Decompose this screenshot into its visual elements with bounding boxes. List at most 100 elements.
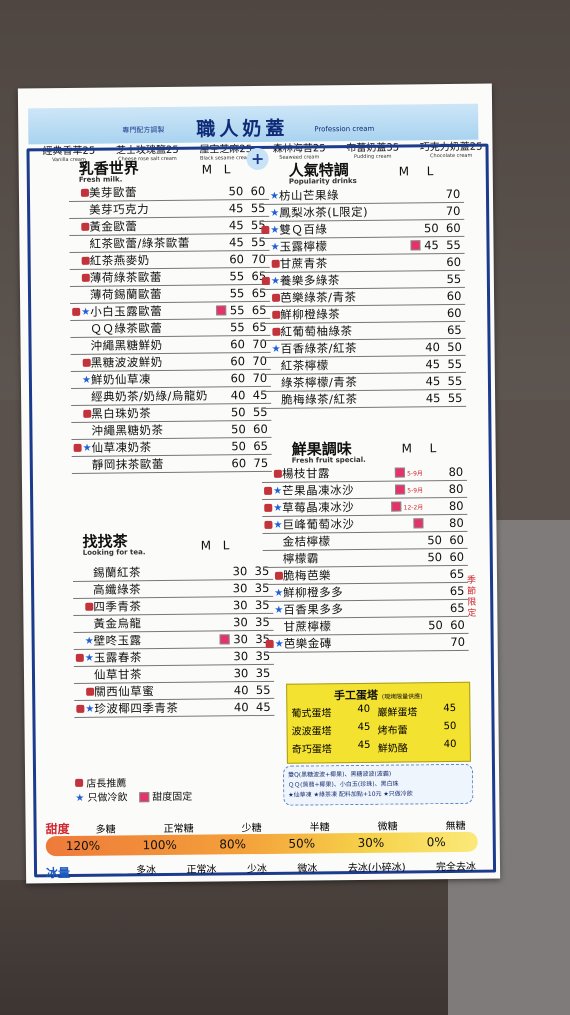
price-m: 55 [229,303,245,318]
price-m: 40 [233,700,249,715]
price-m: 30 [233,666,249,681]
price-l: 80 [449,515,464,531]
item-name: 百香果多多 [283,602,344,617]
star-icon: ★ [273,485,283,497]
price-m: 55 [229,269,245,284]
sweetness-value: 120% [65,838,101,854]
price-m: 55 [229,320,245,335]
thumbs-up-icon [274,571,284,580]
tart-name: 葡式蛋塔 [291,708,332,720]
fruit-list: 楊枝甘露 5-9月 80 ★ 芒果晶凍冰沙 5-9月 80 ★ 草莓晶凍冰沙 12-2月 80 ★ 巨峰… [261,463,469,653]
menu-row: 脆梅綠茶/紅茶 45 55 [261,389,467,409]
row-markers [70,273,90,282]
price-l: 65 [449,600,465,616]
menu-row: 仙草甘茶 30 35 [73,664,275,684]
item-name: 珍波椰四季青茶 [94,700,179,716]
menu-row: ★ 枋山芒果綠 70 [258,185,465,205]
price-m: 60 [230,354,246,369]
price-m: 50 [428,618,443,633]
item-name: 檸檬霸 [282,551,319,566]
menu-row: ★ 養樂多綠茶 55 [259,270,465,290]
price-l: 80 [448,464,464,480]
thumbs-up-icon [83,409,92,418]
star-icon: ★ [82,442,92,454]
item-name: 雙Ｑ百綠 [279,222,328,237]
menu-card: 專門配方調製 職人奶蓋 Profession cream 經典香草25 Vanil… [17,83,501,884]
menu-row: 錫蘭紅茶 30 35 [72,562,274,582]
ice-options: 多冰 正常冰 少冰 微冰 去冰(小碎冰) 完全去冰 [136,858,476,877]
price-m: 45 [228,218,244,233]
price-l: 65 [449,583,465,599]
price-m: 30 [232,564,248,579]
ice-option: 多冰 [135,865,157,877]
ice-label: 冰量 [45,866,71,881]
row-markers [69,188,89,197]
tart-name: 鮮奶酪 [377,743,408,755]
item-name: 楊枝甘露 [281,466,330,481]
col-l-tea: L [222,538,230,553]
legend: 店長推薦 ★ 只做冷飲 甜度固定 [75,777,192,806]
menu-row: 紅茶檸檬 45 55 [260,355,466,375]
item-name: 靜岡抹茶歐蕾 [91,456,164,472]
tart-name: 巖鮮蛋塔 [377,707,418,719]
menu-row: ★ 芭樂金磚 70 [263,633,469,653]
row-markers: ★ [71,374,91,385]
row-markers: ★ [260,275,280,286]
thumbs-up-icon [80,188,89,197]
star-icon: ★ [269,190,280,202]
star-icon: ★ [273,502,283,514]
sweetness-option: 無糖 [445,820,466,833]
price-m: 30 [232,598,248,613]
tea-list: 錫蘭紅茶 30 35 高纖綠茶 30 35 四季青茶 30 35 黃金烏龍 30 35 ★ 壁咚玉露 30 3… [72,562,275,718]
menu-row: 關西仙草蜜 40 55 [74,681,275,701]
price-l: 55 [446,237,461,253]
item-name: 綠茶檸檬/青茶 [280,374,358,390]
item-name: 芒果晶凍冰沙 [282,483,355,498]
thumbs-up-icon [273,469,282,478]
item-name: 沖繩黑糖奶茶 [91,422,164,438]
brand-tagline: 專門配方調製 [122,125,165,135]
sweetness-value: 30% [357,835,385,850]
egg-tart-list: 葡式蛋塔 40 巖鮮蛋塔 45 波波蛋塔 45 烤布蕾 50 奇巧蛋塔 45 鮮奶酪 40 [291,703,466,756]
row-markers: ★ [70,306,90,317]
menu-row: ★ 百香果多多 65 [263,599,469,619]
col-l-popular: L [426,164,434,179]
price-l: 50 [447,339,462,355]
item-name: 壁咚玉露 [93,633,142,648]
item-name: 高纖綠茶 [93,582,142,597]
star-icon: ★ [270,224,280,236]
item-name: 芭樂金磚 [283,636,332,651]
egg-tart-note: (現烤限量供應) [381,693,423,701]
row-markers: ★ [72,442,92,453]
topping-notes: 雙Q(黑糖波波+椰果)、黑糖波波(波霸) ＱＱ(蒟蒻+椰果)、小白玉(珍珠)、黑… [282,763,474,806]
item-name: 金桔檸檬 [282,534,331,549]
item-name: 黃金歐蕾 [89,219,138,234]
thumbs-up-icon [264,503,273,512]
tart-price: 45 [357,739,371,751]
price-l: 60 [449,532,464,548]
menu-row: 黃金歐蕾 45 55 [69,216,270,236]
price-m: 50 [230,405,246,420]
sweetness-option: 多糖 [95,824,116,836]
menu-row: 薄荷綠茶歐蕾 55 65 [69,267,270,287]
thumbs-up-icon [82,358,91,367]
star-icon: ★ [85,703,95,715]
square-icon [413,518,424,529]
sweetness-label: 甜度 [45,822,70,837]
row-markers [262,469,282,478]
ice-option: 完全去冰 [435,861,477,874]
egg-tart-box: 手工蛋塔 (現烤限量供應) 葡式蛋塔 40 巖鮮蛋塔 45 波波蛋塔 45 烤布蕾 50 奇巧蛋… [286,681,471,764]
milk-list: 美芽歐蕾 50 60 美芽巧克力 45 55 黃金歐蕾 45 55 紅茶歐蕾/綠茶歐蕾 45 55 紅茶… [68,182,272,474]
item-name: 小白玉露歐蕾 [90,304,163,319]
menu-row: 薄荷錫蘭歐蕾 55 65 [69,284,271,304]
item-name: 鮮柳橙多多 [283,585,344,600]
row-markers [260,293,281,302]
star-icon: ★ [270,207,280,219]
star-icon: ★ [270,241,280,253]
thumbs-up-icon [81,222,90,231]
price-l: 65 [449,566,465,582]
square-icon [219,634,230,645]
menu-row: 高纖綠茶 30 35 [73,579,274,599]
square-icon [395,467,406,478]
item-name: 紅葡萄柚綠茶 [280,324,353,339]
